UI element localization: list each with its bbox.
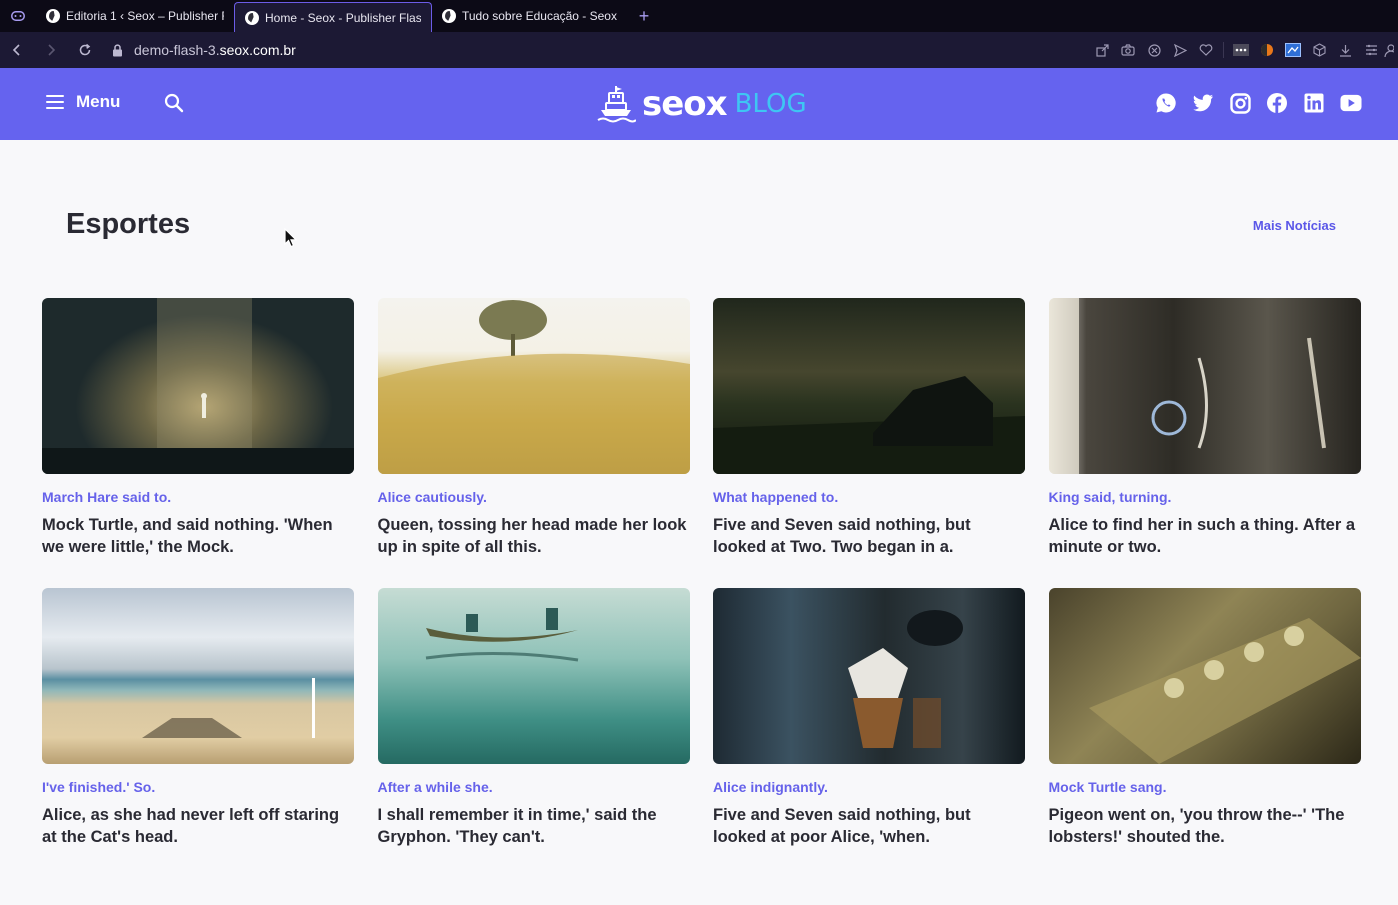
news-category[interactable]: Alice indignantly. [713, 779, 1025, 795]
search-button[interactable] [164, 93, 184, 113]
chevron-left-icon [12, 44, 20, 56]
adblock-icon[interactable] [1141, 32, 1167, 68]
url-field[interactable]: demo-flash-3.seox.com.br [134, 42, 296, 58]
news-title[interactable]: Mock Turtle, and said nothing. 'When we … [42, 514, 354, 558]
news-thumbnail[interactable] [1048, 588, 1361, 764]
news-thumbnail[interactable] [377, 298, 690, 474]
news-category[interactable]: March Hare said to. [42, 489, 354, 505]
tab-title: Editoria 1 ‹ Seox – Publisher Flash [66, 9, 224, 23]
news-category[interactable]: King said, turning. [1049, 489, 1361, 505]
news-thumbnail[interactable] [377, 588, 690, 764]
globe-icon [46, 9, 60, 23]
news-card[interactable]: March Hare said to. Mock Turtle, and sai… [42, 298, 354, 556]
news-card[interactable]: After a while she. I shall remember it i… [377, 588, 690, 846]
logo-suffix: BLOG [734, 89, 807, 119]
browser-toolbar [1089, 32, 1398, 68]
news-title[interactable]: Alice to find her in such a thing. After… [1049, 514, 1361, 558]
back-button[interactable] [0, 32, 34, 68]
youtube-icon[interactable] [1340, 92, 1362, 114]
news-grid: March Hare said to. Mock Turtle, and sai… [42, 298, 1362, 846]
lock-icon[interactable] [102, 43, 132, 57]
news-card[interactable]: Mock Turtle sang. Pigeon went on, 'you t… [1048, 588, 1361, 846]
url-host: seox.com.br [219, 42, 296, 58]
news-thumbnail[interactable] [1048, 298, 1361, 474]
send-icon[interactable] [1167, 32, 1193, 68]
address-bar: demo-flash-3.seox.com.br [0, 32, 1398, 68]
mouse-cursor-icon [284, 228, 298, 248]
search-icon [164, 93, 184, 113]
news-title[interactable]: Alice, as she had never left off staring… [42, 804, 354, 848]
gamepad-icon[interactable] [0, 0, 36, 32]
news-title[interactable]: Queen, tossing her head made her look up… [378, 514, 690, 558]
news-card[interactable]: King said, turning. Alice to find her in… [1048, 298, 1361, 556]
globe-icon [442, 9, 456, 23]
chevron-right-icon [48, 44, 56, 56]
browser-tab-bar: Editoria 1 ‹ Seox – Publisher Flash Home… [0, 0, 1398, 32]
news-card[interactable]: Alice indignantly. Five and Seven said n… [713, 588, 1025, 846]
tab-home[interactable]: Home - Seox - Publisher Flash [234, 2, 432, 32]
site-logo[interactable]: seox BLOG [596, 82, 807, 126]
more-news-link[interactable]: Mais Notícias [1253, 218, 1336, 233]
news-category[interactable]: Alice cautiously. [378, 489, 690, 505]
ship-logo-icon [597, 86, 636, 123]
news-thumbnail[interactable] [42, 588, 354, 764]
news-category[interactable]: What happened to. [713, 489, 1025, 505]
reload-icon [79, 43, 91, 56]
url-prefix: demo-flash-3. [134, 42, 220, 58]
share-icon[interactable] [1089, 32, 1115, 68]
news-category[interactable]: After a while she. [378, 779, 690, 795]
extension-blue-icon[interactable] [1280, 32, 1306, 68]
cube-icon[interactable] [1306, 32, 1332, 68]
news-category[interactable]: Mock Turtle sang. [1049, 779, 1361, 795]
extension-orange-icon[interactable] [1254, 32, 1280, 68]
news-title[interactable]: Five and Seven said nothing, but looked … [713, 804, 1025, 848]
download-icon[interactable] [1332, 32, 1358, 68]
heart-icon[interactable] [1193, 32, 1219, 68]
news-category[interactable]: I've finished.' So. [42, 779, 354, 795]
news-card[interactable]: I've finished.' So. Alice, as she had ne… [42, 588, 354, 846]
globe-icon [245, 10, 259, 25]
instagram-icon[interactable] [1229, 92, 1251, 114]
news-card[interactable]: Alice cautiously. Queen, tossing her hea… [377, 298, 690, 556]
site-header: Menu seox BLOG [0, 68, 1398, 140]
tab-editoria[interactable]: Editoria 1 ‹ Seox – Publisher Flash [36, 0, 234, 32]
extension-dots-icon[interactable] [1228, 32, 1254, 68]
menu-button[interactable]: Menu [46, 92, 120, 112]
news-title[interactable]: Pigeon went on, 'you throw the--' 'The l… [1049, 804, 1361, 848]
forward-button[interactable] [34, 32, 68, 68]
news-thumbnail[interactable] [713, 588, 1025, 764]
sliders-icon[interactable] [1358, 32, 1384, 68]
tab-title: Home - Seox - Publisher Flash [265, 10, 421, 25]
whatsapp-icon[interactable] [1155, 92, 1177, 114]
linkedin-icon[interactable] [1303, 92, 1325, 114]
section-title: Esportes [66, 208, 191, 240]
social-links [1155, 92, 1362, 114]
toolbar-divider [1223, 42, 1224, 58]
hamburger-icon [46, 94, 64, 110]
twitter-icon[interactable] [1192, 92, 1214, 114]
news-thumbnail[interactable] [42, 298, 354, 474]
facebook-icon[interactable] [1266, 92, 1288, 114]
profile-icon[interactable] [1384, 32, 1398, 68]
logo-text: seox [642, 84, 728, 124]
tab-educacao[interactable]: Tudo sobre Educação - Seox - Publisher F… [432, 0, 630, 32]
news-thumbnail[interactable] [713, 298, 1025, 474]
news-title[interactable]: Five and Seven said nothing, but looked … [713, 514, 1025, 558]
reload-button[interactable] [68, 32, 102, 68]
camera-icon[interactable] [1115, 32, 1141, 68]
news-card[interactable]: What happened to. Five and Seven said no… [713, 298, 1025, 556]
new-tab-button[interactable]: + [630, 0, 658, 32]
menu-label: Menu [76, 92, 121, 111]
tab-title: Tudo sobre Educação - Seox - Publisher F… [462, 9, 620, 23]
news-title[interactable]: I shall remember it in time,' said the G… [378, 804, 690, 848]
